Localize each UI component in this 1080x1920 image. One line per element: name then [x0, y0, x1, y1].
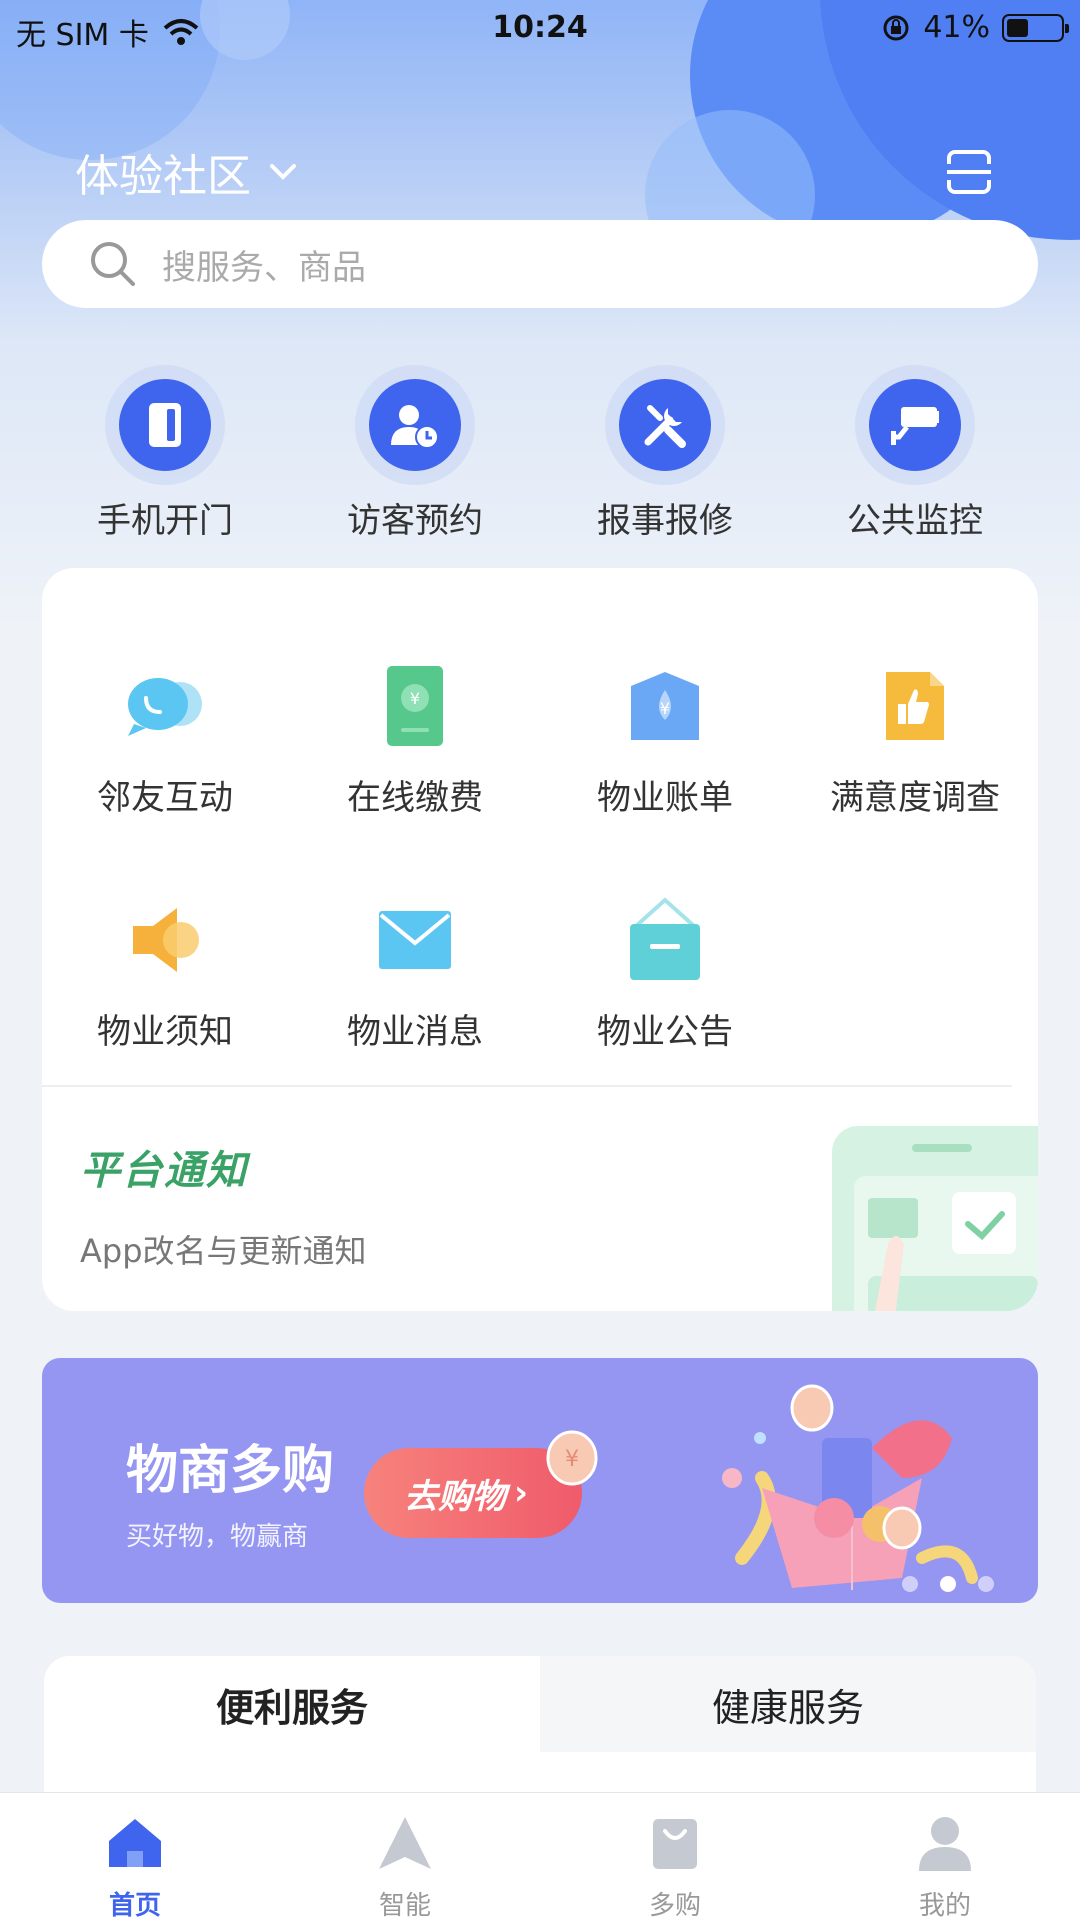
- speaker-icon: [133, 908, 199, 972]
- nav-smart[interactable]: 智能: [270, 1811, 540, 1920]
- chevron-right-icon: ›: [514, 1473, 529, 1513]
- search-placeholder: 搜服务、商品: [162, 247, 366, 288]
- bottom-navigation: 首页 智能 多购 我的: [0, 1792, 1080, 1920]
- quick-action-open-door[interactable]: 手机开门: [40, 365, 290, 542]
- service-satisfaction-survey[interactable]: 满意度调查: [790, 656, 1038, 819]
- orientation-lock-icon: [883, 15, 909, 40]
- community-name: 体验社区: [75, 151, 251, 202]
- home-icon: [109, 1819, 161, 1867]
- tab-convenience-services[interactable]: 便利服务: [44, 1656, 540, 1752]
- notice-board-icon: [630, 897, 700, 980]
- bill-icon: ¥: [631, 672, 699, 740]
- carousel-dot[interactable]: [902, 1576, 918, 1592]
- carousel-indicator: [902, 1576, 994, 1592]
- visitor-icon: [391, 405, 439, 449]
- community-selector[interactable]: 体验社区: [75, 140, 297, 204]
- nav-home[interactable]: 首页: [0, 1811, 270, 1920]
- battery-icon: [1002, 13, 1069, 42]
- platform-notice-link[interactable]: App改名与更新通知: [80, 1226, 367, 1272]
- quick-actions: 手机开门 访客预约 报事报修 公共监控: [0, 365, 1080, 545]
- navigation-icon: [379, 1817, 431, 1869]
- service-property-messages[interactable]: 物业消息: [290, 890, 540, 1053]
- battery-percent: 41%: [923, 10, 990, 45]
- quick-action-repair[interactable]: 报事报修: [540, 365, 790, 542]
- banner-subtitle: 买好物，物赢商: [126, 1522, 309, 1552]
- chat-icon: [128, 678, 202, 736]
- svg-text:¥: ¥: [660, 699, 670, 718]
- platform-notice-title: 平台通知: [80, 1148, 248, 1194]
- user-icon: [919, 1817, 971, 1871]
- services-card: 邻友互动 ¥ 在线缴费 ¥ 物业账单 满意度调查 物业须知 物业消息 物业公告 …: [42, 568, 1038, 1311]
- notice-phone-illustration: [832, 1126, 1038, 1311]
- promo-banner[interactable]: 物商多购 买好物，物赢商 去购物 › ¥: [42, 1358, 1038, 1603]
- service-property-bill[interactable]: ¥ 物业账单: [540, 656, 790, 819]
- svg-text:¥: ¥: [410, 689, 420, 708]
- coin-icon: ¥: [546, 1430, 598, 1486]
- nav-mine[interactable]: 我的: [810, 1811, 1080, 1920]
- status-bar: 无 SIM 卡 10:24 41%: [0, 0, 1080, 54]
- camera-icon: [891, 407, 939, 445]
- service-property-guide[interactable]: 物业须知: [42, 890, 290, 1053]
- shopping-bag-icon: [653, 1819, 697, 1869]
- quick-action-monitor[interactable]: 公共监控: [790, 365, 1040, 542]
- scan-icon[interactable]: [945, 148, 993, 196]
- tools-icon: [644, 405, 686, 448]
- gift-box-illustration: [722, 1384, 978, 1590]
- divider: [42, 1085, 1012, 1087]
- carousel-dot[interactable]: [978, 1576, 994, 1592]
- thumbs-up-icon: [886, 672, 944, 740]
- search-icon: [91, 242, 135, 286]
- service-online-payment[interactable]: ¥ 在线缴费: [290, 656, 540, 819]
- service-tabs: 便利服务 健康服务: [44, 1656, 1036, 1796]
- carousel-dot[interactable]: [940, 1576, 956, 1592]
- quick-action-visitor[interactable]: 访客预约: [290, 365, 540, 542]
- svg-text:¥: ¥: [565, 1447, 579, 1472]
- nav-shopping[interactable]: 多购: [540, 1811, 810, 1920]
- chevron-down-icon: [270, 164, 296, 180]
- tab-health-services[interactable]: 健康服务: [540, 1656, 1036, 1752]
- mail-icon: [379, 911, 451, 969]
- service-neighbor-chat[interactable]: 邻友互动: [42, 656, 290, 819]
- payment-icon: ¥: [387, 666, 443, 746]
- banner-title: 物商多购: [126, 1441, 335, 1501]
- search-bar[interactable]: 搜服务、商品: [42, 220, 1038, 308]
- door-icon: [149, 403, 181, 447]
- service-property-announcement[interactable]: 物业公告: [540, 890, 790, 1053]
